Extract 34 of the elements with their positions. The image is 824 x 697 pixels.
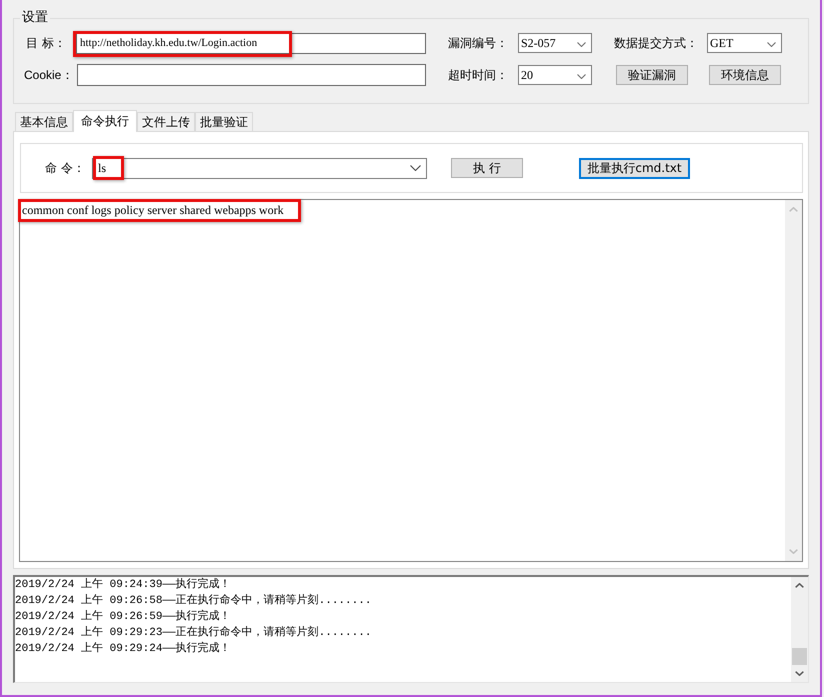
- chevron-down-icon[interactable]: [795, 671, 804, 676]
- chevron-down-icon: [767, 42, 776, 47]
- tab[interactable]: 文件上传: [137, 112, 195, 131]
- timeout-select[interactable]: 20: [518, 65, 592, 85]
- log-textarea[interactable]: 2019/2/24 上午 09:24:39——执行完成！ 2019/2/24 上午 09:26:58——正在执行命令中，请稍等片刻........ 2019/2/24 上午 09:26:59——执行完成！ 2019/2/24 上午 09:29:23——正在执行命令中，请稍等片刻........ 2019/2/24 上午 09:29:24——执行完成！: [13, 575, 809, 683]
- chevron-up-icon[interactable]: [795, 583, 804, 588]
- vuln-id-select[interactable]: S2-057: [518, 33, 592, 53]
- log-line: 2019/2/24 上午 09:24:39——执行完成！: [15, 579, 231, 591]
- vuln-id-label: 漏洞编号：: [448, 35, 509, 51]
- tab[interactable]: 基本信息: [15, 112, 73, 131]
- target-field[interactable]: http://netholiday.kh.edu.tw/Login.action: [76, 32, 426, 54]
- target-label: 目 标：: [26, 35, 67, 51]
- log-line: 2019/2/24 上午 09:29:23——正在执行命令中，请稍等片刻........: [15, 627, 372, 639]
- cookie-label: Cookie：: [24, 67, 74, 83]
- tab[interactable]: 批量验证: [195, 112, 253, 131]
- command-label: 命 令：: [45, 160, 86, 176]
- output-text: common conf logs policy server shared webapps work: [22, 203, 284, 217]
- command-combo[interactable]: ls: [92, 158, 427, 178]
- execute-button[interactable]: 执 行: [451, 158, 523, 178]
- log-line: 2019/2/24 上午 09:29:24——执行完成！: [15, 643, 231, 655]
- method-select[interactable]: GET: [707, 33, 782, 53]
- verify-button[interactable]: 验证漏洞: [616, 65, 688, 85]
- timeout-label: 超时时间：: [448, 67, 509, 83]
- env-info-button[interactable]: 环境信息: [709, 65, 781, 85]
- chevron-down-icon: [577, 74, 586, 79]
- log-line: 2019/2/24 上午 09:26:59——执行完成！: [15, 611, 231, 623]
- tab[interactable]: 命令执行: [73, 110, 137, 132]
- chevron-down-icon: [577, 42, 586, 47]
- method-label: 数据提交方式：: [614, 35, 699, 51]
- scrollbar-thumb[interactable]: [792, 648, 807, 665]
- log-line: 2019/2/24 上午 09:26:58——正在执行命令中，请稍等片刻........: [15, 595, 372, 607]
- batch-execute-button[interactable]: 批量执行cmd.txt: [579, 158, 690, 178]
- cookie-field[interactable]: [77, 64, 426, 86]
- chevron-down-icon: [410, 165, 421, 171]
